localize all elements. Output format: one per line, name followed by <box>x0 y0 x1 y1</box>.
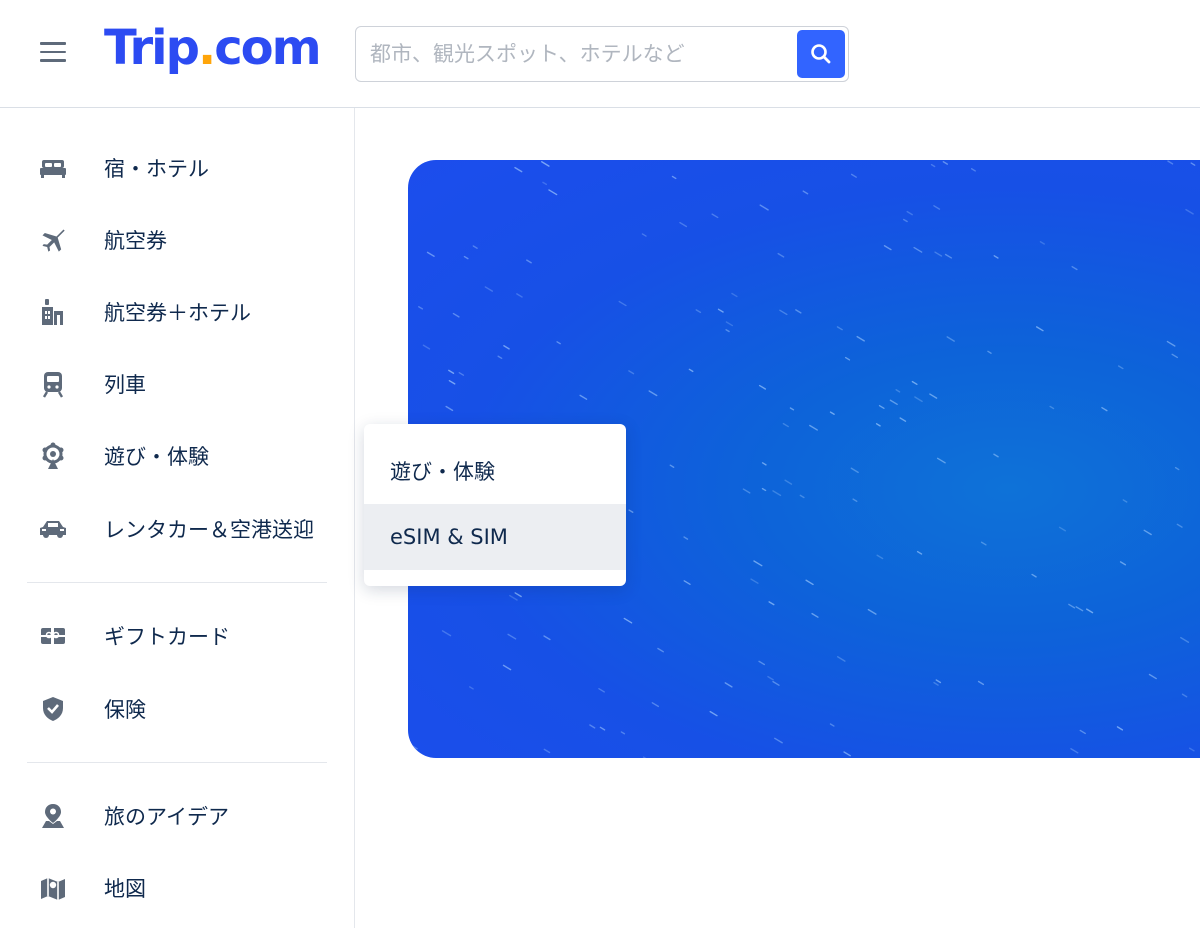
activities-submenu: 遊び・体験 eSIM & SIM <box>364 424 626 586</box>
flight-hotel-icon <box>38 297 68 327</box>
submenu-item-activities[interactable]: 遊び・体験 <box>364 438 626 504</box>
sidebar-item-hotels[interactable]: 宿・ホテル <box>0 140 354 196</box>
sidebar-item-label: 遊び・体験 <box>104 445 209 469</box>
sidebar-item-label: 列車 <box>104 373 146 397</box>
ferris-wheel-icon <box>38 441 68 471</box>
sidebar-item-label: 旅のアイデア <box>104 805 229 829</box>
sidebar-item-car-rental[interactable]: レンタカー＆空港送迎 <box>0 501 354 557</box>
sidebar-item-label: ギフトカード <box>104 625 230 649</box>
sidebar-item-label: 宿・ホテル <box>104 157 209 181</box>
search-button[interactable] <box>797 30 845 78</box>
sidebar-divider <box>27 762 327 763</box>
shield-icon <box>38 694 68 724</box>
sidebar-item-label: 航空券 <box>104 229 167 253</box>
map-icon <box>38 873 68 903</box>
trip-logo[interactable]: Trip.com <box>104 20 322 76</box>
sidebar-item-insurance[interactable]: 保険 <box>0 681 354 737</box>
bed-icon <box>38 153 68 183</box>
sidebar-divider <box>27 582 327 583</box>
sidebar-item-label: 航空券＋ホテル <box>104 301 251 325</box>
gift-card-icon <box>38 621 68 651</box>
airplane-icon <box>38 225 68 255</box>
car-icon <box>38 514 68 544</box>
sidebar-item-gift-card[interactable]: ギフトカード <box>0 608 354 664</box>
search-icon <box>811 44 831 64</box>
sidebar-item-flights[interactable]: 航空券 <box>0 212 354 268</box>
sidebar-item-map[interactable]: 地図 <box>0 860 354 916</box>
sidebar-item-label: 保険 <box>104 698 146 722</box>
submenu-item-label: eSIM & SIM <box>390 525 508 549</box>
search-box <box>355 26 849 82</box>
train-icon <box>38 369 68 399</box>
sidebar-item-label: レンタカー＆空港送迎 <box>104 518 314 542</box>
submenu-item-esim[interactable]: eSIM & SIM <box>364 504 626 570</box>
sidebar-item-activities[interactable]: 遊び・体験 <box>0 428 354 484</box>
search-input[interactable] <box>370 35 790 73</box>
sidebar: 宿・ホテル 航空券 航空券＋ホテル 列車 遊び・体験 レンタカー＆空港送迎 ギフ… <box>0 108 355 928</box>
sidebar-item-travel-ideas[interactable]: 旅のアイデア <box>0 788 354 844</box>
sidebar-item-trains[interactable]: 列車 <box>0 356 354 412</box>
sidebar-item-label: 地図 <box>104 877 146 901</box>
sidebar-item-flight-hotel[interactable]: 航空券＋ホテル <box>0 284 354 340</box>
menu-icon[interactable] <box>40 42 66 64</box>
submenu-item-label: 遊び・体験 <box>390 460 495 484</box>
map-pin-icon <box>38 801 68 831</box>
header: Trip.com <box>0 0 1200 108</box>
